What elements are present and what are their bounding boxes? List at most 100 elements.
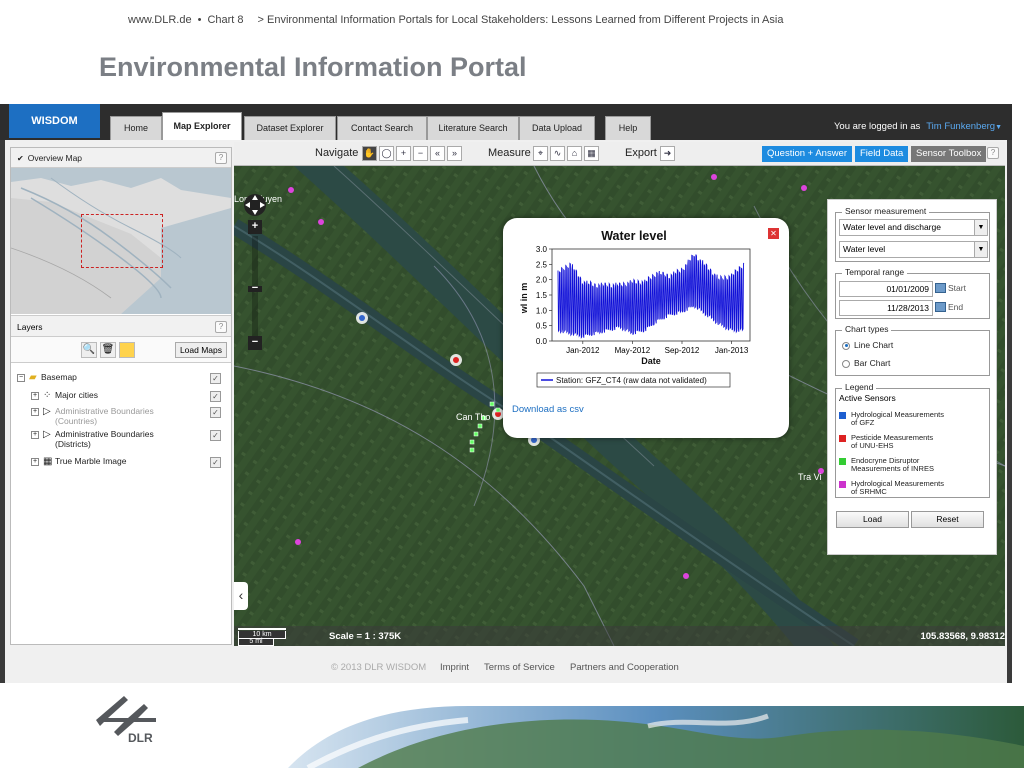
start-date-input[interactable]: 01/01/2009 (839, 281, 933, 297)
measure-grid-icon[interactable]: ▦ (584, 146, 599, 161)
pan-hand-icon[interactable]: ✋ (362, 146, 377, 161)
zoom-out-button[interactable]: − (248, 336, 262, 350)
layers-help-button[interactable]: ? (215, 321, 227, 333)
previous-extent-icon[interactable]: « (430, 146, 445, 161)
calendar-icon[interactable] (935, 302, 946, 312)
download-csv-link[interactable]: Download as csv (512, 404, 584, 415)
sensor-toolbox: Sensor measurement Water level and disch… (827, 199, 997, 555)
load-button[interactable]: Load (836, 511, 909, 528)
export-icon[interactable]: ➜ (660, 146, 675, 161)
x-tick-label: Jan-2013 (715, 346, 749, 355)
x-ticks: Jan-2012 May-2012 Sep-2012 Jan-2013 (566, 341, 749, 355)
terms-link[interactable]: Terms of Service (484, 662, 555, 673)
layer-label-line2: (Districts) (55, 439, 91, 449)
polygon-icon: ▷ (43, 406, 51, 418)
reset-button[interactable]: Reset (911, 511, 984, 528)
tab-contact-search[interactable]: Contact Search (337, 116, 427, 140)
measure-point-icon[interactable]: ⌖ (533, 146, 548, 161)
layer-checkbox[interactable]: ✓ (210, 457, 221, 468)
tab-help[interactable]: Help (605, 116, 651, 140)
navigate-label: Navigate (315, 147, 359, 159)
zoom-to-layer-icon[interactable]: 🔍 (81, 342, 97, 358)
expand-icon[interactable]: + (31, 407, 39, 416)
layer-checkbox[interactable]: ✓ (210, 407, 221, 418)
zoom-box-icon[interactable]: ◯ (379, 146, 394, 161)
polygon-icon: ▷ (43, 429, 51, 441)
tab-literature-search[interactable]: Literature Search (427, 116, 519, 140)
next-extent-icon[interactable]: » (447, 146, 462, 161)
tab-data-upload[interactable]: Data Upload (519, 116, 595, 140)
y-ticks: 0.0 0.5 1.0 1.5 2.0 2.5 3.0 (536, 245, 552, 346)
legend-item-text: Hydrological Measurements of GFZ (851, 411, 981, 427)
sensor-parameter-select[interactable]: Water level ▼ (839, 241, 988, 258)
collapse-icon[interactable]: − (17, 373, 25, 382)
tab-dataset-explorer[interactable]: Dataset Explorer (244, 116, 336, 140)
sensor-type-select[interactable]: Water level and discharge ▼ (839, 219, 988, 236)
overview-help-button[interactable]: ? (215, 152, 227, 164)
y-tick-label: 2.0 (536, 276, 548, 285)
pan-compass-icon[interactable] (242, 192, 268, 218)
legend-item-line2: of UNU-EHS (851, 441, 894, 450)
layer-checkbox[interactable]: ✓ (210, 430, 221, 441)
expand-icon[interactable]: + (31, 391, 39, 400)
map-canvas[interactable]: Long Xuyen Can Tho Tra Vi + − − ‹ ✕ Wate… (234, 165, 1005, 646)
workspace: ✔ Overview Map ? Layers ? 🔍 🗑 Load Maps … (5, 140, 1007, 683)
question-answer-button[interactable]: Question + Answer (762, 146, 853, 162)
delete-layer-icon[interactable]: 🗑 (100, 342, 116, 358)
zoom-slider-handle[interactable]: − (248, 283, 262, 294)
folder-icon[interactable] (119, 342, 135, 358)
chart-number: Chart 8 (207, 14, 244, 26)
radio-selected[interactable] (842, 341, 850, 350)
tab-map-explorer[interactable]: Map Explorer (162, 112, 242, 142)
imprint-link[interactable]: Imprint (440, 662, 469, 673)
scale-mi: 5 mi (238, 638, 274, 646)
layer-admin-countries[interactable]: + ▷ Administrative Boundaries (Countries) ✓ (31, 406, 225, 428)
wisdom-logo[interactable]: WISDOM (9, 104, 100, 138)
map-label-can-tho: Can Tho (456, 412, 490, 422)
water-level-popup: ✕ Water level Date wl in m 0.0 0.5 1.0 1.5 2… (503, 218, 789, 438)
line-chart-option[interactable]: Line Chart (842, 340, 893, 350)
bar-chart-option[interactable]: Bar Chart (842, 358, 890, 368)
legend-swatch (839, 458, 846, 465)
calendar-icon[interactable] (935, 283, 946, 293)
chevron-down-icon[interactable]: ▼ (974, 220, 987, 235)
load-maps-button[interactable]: Load Maps (174, 342, 227, 358)
tab-home[interactable]: Home (110, 116, 162, 140)
layer-label-line1: Administrative Boundaries (55, 406, 154, 416)
overview-map[interactable] (11, 168, 231, 314)
overview-map-title: Overview Map (27, 153, 83, 163)
end-date-input[interactable]: 11/28/2013 (839, 300, 933, 316)
temporal-range-title: Temporal range (842, 267, 908, 277)
field-data-button[interactable]: Field Data (855, 146, 909, 162)
radio-unselected[interactable] (842, 359, 850, 368)
measure-area-icon[interactable]: ⌂ (567, 146, 582, 161)
overview-map-header[interactable]: ✔ Overview Map ? (11, 148, 231, 168)
sensor-type-value: Water level and discharge (843, 222, 941, 232)
layer-admin-districts[interactable]: + ▷ Administrative Boundaries (Districts) ✓ (31, 429, 225, 451)
measure-line-icon[interactable]: ∿ (550, 146, 565, 161)
overview-extent-box[interactable] (81, 214, 163, 268)
zoom-in-icon[interactable]: + (396, 146, 411, 161)
layer-basemap[interactable]: − ▰ Basemap ✓ (17, 372, 225, 388)
chevron-down-icon[interactable]: ▼ (974, 242, 987, 257)
map-toolbar: Navigate ✋ ◯ + − « » Measure ⌖ ∿ ⌂ ▦ Exp… (234, 142, 1005, 166)
expand-icon[interactable]: + (31, 430, 39, 439)
layer-major-cities[interactable]: + ⁘ Major cities ✓ (31, 390, 225, 406)
collapse-chevron-icon[interactable]: ✔ (17, 154, 24, 163)
expand-icon[interactable]: + (31, 457, 39, 466)
user-menu-caret-icon[interactable]: ▼ (995, 124, 1002, 131)
partners-link[interactable]: Partners and Cooperation (570, 662, 679, 673)
layer-true-marble[interactable]: + ▦ True Marble Image ✓ (31, 456, 225, 472)
grid-icon: ▦ (43, 456, 53, 468)
collapse-left-panel-icon[interactable]: ‹ (234, 582, 248, 610)
export-label: Export (625, 147, 657, 159)
layer-checkbox[interactable]: ✓ (210, 373, 221, 384)
map-help-button[interactable]: ? (987, 147, 999, 159)
user-menu[interactable]: Tim Funkenberg (926, 121, 995, 132)
zoom-in-button[interactable]: + (248, 220, 262, 234)
water-level-chart: Water level Date wl in m 0.0 0.5 1.0 1.5 2.0… (519, 229, 751, 388)
sensor-toolbox-button[interactable]: Sensor Toolbox (911, 146, 987, 162)
zoom-out-icon[interactable]: − (413, 146, 428, 161)
layer-checkbox[interactable]: ✓ (210, 391, 221, 402)
y-tick-label: 1.5 (536, 291, 548, 300)
